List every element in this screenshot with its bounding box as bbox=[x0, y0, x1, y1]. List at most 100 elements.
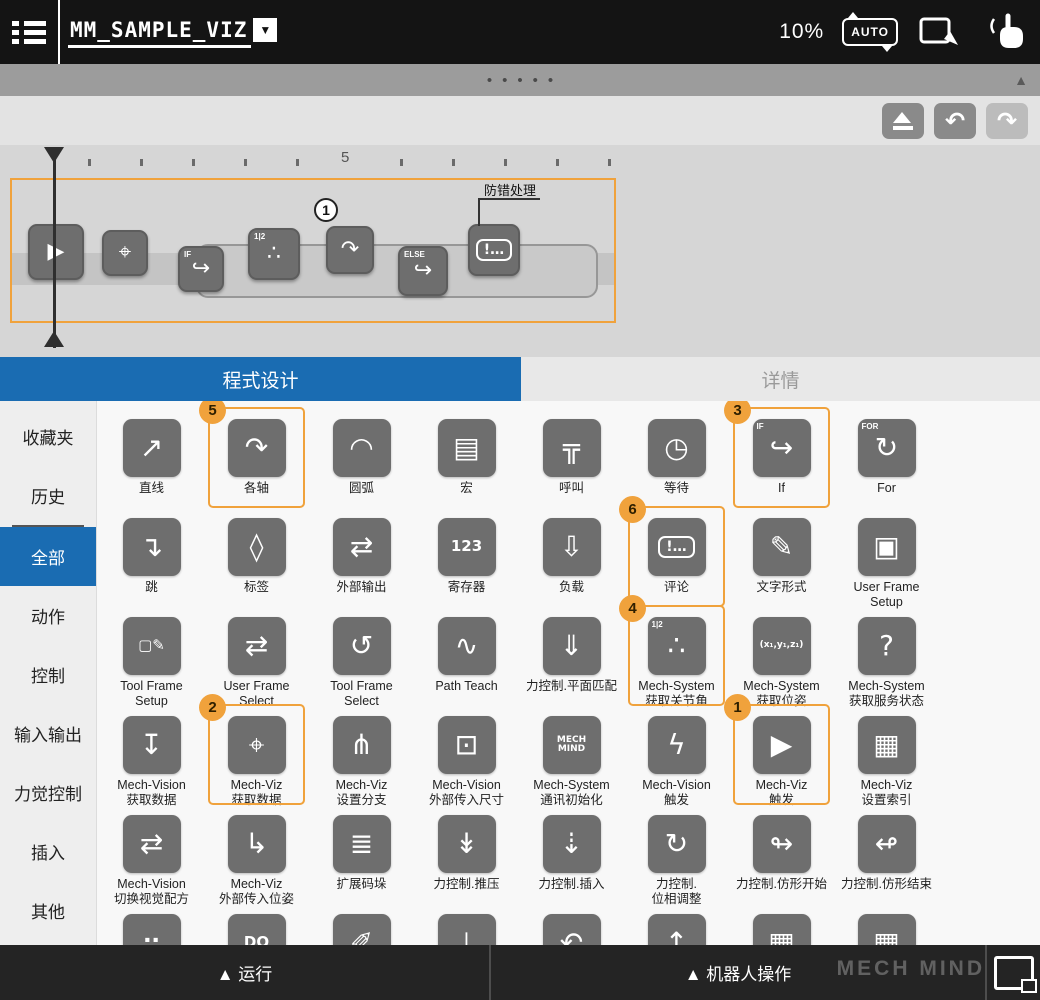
project-title[interactable]: MM_SAMPLE_VIZ bbox=[68, 16, 251, 48]
robot-operation-button[interactable]: ▲ 机器人操作 bbox=[491, 945, 985, 1000]
block-tag: IF bbox=[184, 250, 191, 259]
export-button[interactable] bbox=[882, 103, 924, 139]
palette-item-tool-frame-setup[interactable]: ▢✎Tool FrameSetup bbox=[99, 609, 204, 708]
menu-button[interactable] bbox=[0, 0, 60, 64]
sidebar-item-other[interactable]: 其他 bbox=[0, 881, 96, 940]
sidebar-item-insert[interactable]: 插入 bbox=[0, 822, 96, 881]
palette-item-force-plane-match[interactable]: ⇓力控制.平面匹配 bbox=[519, 609, 624, 708]
run-panel-button[interactable]: ▲ 运行 bbox=[0, 945, 489, 1000]
if-block-icon[interactable]: IF↪ bbox=[178, 246, 224, 292]
sidebar-item-motion[interactable]: 动作 bbox=[0, 586, 96, 645]
glyph: ↳ bbox=[245, 829, 268, 858]
palette-item-more-8[interactable]: ▦ bbox=[834, 906, 939, 945]
palette-item-more-2[interactable]: DO bbox=[204, 906, 309, 945]
palette-item-if[interactable]: 3IF↪If bbox=[729, 411, 834, 510]
palette-item-arc[interactable]: ◠圆弧 bbox=[309, 411, 414, 510]
block-tag: 1|2 bbox=[254, 232, 265, 241]
else-block-icon[interactable]: ELSE↪ bbox=[398, 246, 448, 296]
palette-item-mech-viz-trigger[interactable]: 1▶Mech-Viz触发 bbox=[729, 708, 834, 807]
block-tag: ELSE bbox=[404, 250, 425, 259]
instruction-palette: ↗直线5↷各轴◠圆弧▤宏╦呼叫◷等待3IF↪IfFOR↻For↴跳◊标签⇄外部输… bbox=[97, 401, 1040, 945]
palette-item-user-frame-select[interactable]: ⇄User FrameSelect bbox=[204, 609, 309, 708]
palette-item-mech-system-get-joints[interactable]: 41|2∴Mech-System获取关节角 bbox=[624, 609, 729, 708]
palette-item-comment[interactable]: 6!…评论 bbox=[624, 510, 729, 609]
palette-item-path-teach[interactable]: ∿Path Teach bbox=[414, 609, 519, 708]
palette-item-payload[interactable]: ⇩负载 bbox=[519, 510, 624, 609]
palette-item-jump[interactable]: ↴跳 bbox=[99, 510, 204, 609]
glyph: ↪ bbox=[414, 260, 432, 282]
mech-viz-get-data-icon[interactable]: ⌖ bbox=[102, 230, 148, 276]
tile-tag: FOR bbox=[862, 422, 879, 431]
undo-button[interactable]: ↶ bbox=[934, 103, 976, 139]
palette-item-mech-system-comm-init[interactable]: MECH MINDMech-System通讯初始化 bbox=[519, 708, 624, 807]
pendant-button[interactable] bbox=[916, 10, 964, 54]
sidebar-item-control[interactable]: 控制 bbox=[0, 645, 96, 704]
drag-handle-dots[interactable]: ••••• bbox=[477, 72, 563, 89]
palette-item-mech-vision-trigger[interactable]: ϟMech-Vision触发 bbox=[624, 708, 729, 807]
tab-details[interactable]: 详情 bbox=[521, 357, 1040, 401]
palette-item-mech-system-get-status[interactable]: ?Mech-System获取服务状态 bbox=[834, 609, 939, 708]
mech-vision-trigger-icon: ϟ bbox=[648, 716, 706, 774]
palette-item-call[interactable]: ╦呼叫 bbox=[519, 411, 624, 510]
tab-program-design[interactable]: 程式设计 bbox=[0, 357, 521, 401]
palette-item-for[interactable]: FOR↻For bbox=[834, 411, 939, 510]
drag-handle-bar[interactable]: ••••• ▲ bbox=[0, 64, 1040, 96]
palette-item-mech-system-get-pose[interactable]: (x₁,y₁,z₁)Mech-System获取位姿 bbox=[729, 609, 834, 708]
playhead-top-handle[interactable] bbox=[44, 147, 64, 163]
palette-item-more-6[interactable]: ↥ bbox=[624, 906, 729, 945]
palette-item-mech-viz-set-branch[interactable]: ⋔Mech-Viz设置分支 bbox=[309, 708, 414, 807]
palette-item-force-profile-end[interactable]: ↫力控制.仿形结束 bbox=[834, 807, 939, 906]
comment-icon[interactable]: !… bbox=[468, 224, 520, 276]
glyph: ↪ bbox=[192, 258, 210, 280]
palette-item-mech-viz-set-index[interactable]: ▦Mech-Viz设置索引 bbox=[834, 708, 939, 807]
speed-percentage[interactable]: 10% bbox=[779, 20, 824, 44]
title-dropdown[interactable]: ▼ bbox=[253, 18, 277, 42]
if-icon: IF↪ bbox=[753, 419, 811, 477]
redo-button[interactable]: ↷ bbox=[986, 103, 1028, 139]
palette-item-mech-vision-external-size[interactable]: ⊡Mech-Vision外部传入尺寸 bbox=[414, 708, 519, 807]
glyph: ⌖ bbox=[249, 730, 265, 759]
playhead-bottom-handle[interactable] bbox=[44, 331, 64, 347]
touch-mode-button[interactable] bbox=[982, 10, 1030, 54]
collapse-arrow-icon[interactable]: ▲ bbox=[1014, 72, 1028, 88]
palette-item-text-form[interactable]: ✎文字形式 bbox=[729, 510, 834, 609]
palette-item-register[interactable]: 123寄存器 bbox=[414, 510, 519, 609]
palette-item-mech-vision-get-data[interactable]: ↧Mech-Vision获取数据 bbox=[99, 708, 204, 807]
palette-item-mech-viz-external-pose[interactable]: ↳Mech-Viz外部传入位姿 bbox=[204, 807, 309, 906]
palette-item-external-output[interactable]: ⇄外部输出 bbox=[309, 510, 414, 609]
palette-item-force-push[interactable]: ↡力控制.推压 bbox=[414, 807, 519, 906]
sidebar-item-favorites[interactable]: 收藏夹 bbox=[0, 407, 96, 466]
ruler-tick bbox=[556, 159, 559, 166]
palette-item-line[interactable]: ↗直线 bbox=[99, 411, 204, 510]
mech-viz-trigger-icon[interactable]: ▶ bbox=[28, 224, 84, 280]
palette-item-joint-move[interactable]: 5↷各轴 bbox=[204, 411, 309, 510]
palette-item-label[interactable]: ◊标签 bbox=[204, 510, 309, 609]
sidebar-item-history[interactable]: 历史 bbox=[0, 466, 96, 525]
pendant-display-button[interactable] bbox=[987, 945, 1040, 1000]
palette-item-force-profile-start[interactable]: ↬力控制.仿形开始 bbox=[729, 807, 834, 906]
mech-viz-external-pose-icon: ↳ bbox=[228, 815, 286, 873]
palette-item-force-phase-adjust[interactable]: ↻力控制.位相调整 bbox=[624, 807, 729, 906]
palette-item-extended-palletizing[interactable]: ≣扩展码垛 bbox=[309, 807, 414, 906]
joint-move-icon[interactable]: ↷ bbox=[326, 226, 374, 274]
sidebar-item-input-output[interactable]: 输入输出 bbox=[0, 704, 96, 763]
palette-item-more-3[interactable]: ✐ bbox=[309, 906, 414, 945]
palette-item-mech-vision-switch-recipe[interactable]: ⇄Mech-Vision切换视觉配方 bbox=[99, 807, 204, 906]
palette-item-wait[interactable]: ◷等待 bbox=[624, 411, 729, 510]
palette-item-mech-viz-get-data[interactable]: 2⌖Mech-Viz获取数据 bbox=[204, 708, 309, 807]
sidebar-item-force-control[interactable]: 力觉控制 bbox=[0, 763, 96, 822]
glyph: ↻ bbox=[875, 433, 898, 462]
palette-item-user-frame-setup[interactable]: ▣User FrameSetup bbox=[834, 510, 939, 609]
palette-item-more-4[interactable]: ⊥ bbox=[414, 906, 519, 945]
palette-item-more-7[interactable]: ▦ bbox=[729, 906, 834, 945]
palette-item-more-1[interactable]: ⠶ bbox=[99, 906, 204, 945]
ruler-tick bbox=[504, 159, 507, 166]
sidebar-item-all[interactable]: 全部 bbox=[0, 527, 96, 586]
palette-item-more-5[interactable]: ↶ bbox=[519, 906, 624, 945]
palette-item-force-insert[interactable]: ⇣力控制.插入 bbox=[519, 807, 624, 906]
palette-item-macro[interactable]: ▤宏 bbox=[414, 411, 519, 510]
auto-mode-button[interactable]: AUTO bbox=[842, 18, 898, 46]
user-frame-setup-icon: ▣ bbox=[858, 518, 916, 576]
mech-system-get-joints-icon[interactable]: 1|2∴ bbox=[248, 228, 300, 280]
palette-item-tool-frame-select[interactable]: ↺Tool FrameSelect bbox=[309, 609, 414, 708]
